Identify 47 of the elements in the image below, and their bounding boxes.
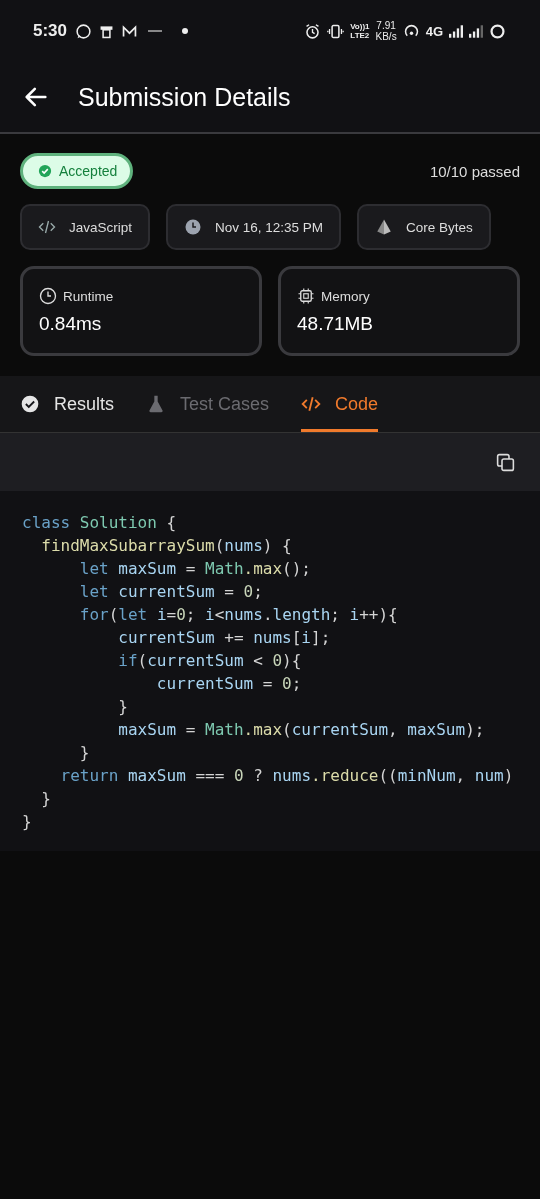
- code-icon: [301, 394, 322, 414]
- lte-label: LTE2: [350, 31, 370, 40]
- code-line: currentSum += nums[i];: [117, 627, 331, 649]
- status-time: 5:30: [33, 21, 68, 41]
- check-circle-icon: [20, 394, 40, 414]
- passed-count: 10/10 passed: [429, 162, 520, 180]
- pyramid-icon: [375, 218, 394, 236]
- chip-label: Nov 16, 12:35 PM: [215, 219, 324, 235]
- code-line: let currentSum = 0;: [78, 581, 263, 603]
- battery-ring-icon: [489, 22, 506, 40]
- code-line: }: [78, 742, 90, 764]
- chat-bubble-icon: [75, 22, 93, 40]
- clock-icon: [39, 287, 57, 305]
- code-line: return maxSum === 0 ? nums.reduce((minNum, num): [59, 765, 514, 787]
- cpu-chip-icon: [297, 287, 315, 305]
- code-line: maxSum = Math.max(currentSum, maxSum);: [117, 719, 485, 741]
- alarm-icon: [304, 22, 322, 40]
- page-title: Submission Details: [78, 82, 291, 112]
- code-line: currentSum = 0;: [155, 673, 302, 695]
- network-type: 4G: [425, 23, 443, 39]
- signal-icon: [449, 24, 463, 38]
- code-line: class Solution {: [22, 512, 177, 534]
- check-circle-icon: [38, 164, 52, 178]
- metric-value: 48.71MB: [297, 313, 375, 335]
- tab[interactable]: Results: [20, 376, 115, 432]
- code-line: findMaxSubarraySum(nums) {: [40, 535, 292, 557]
- more-notifications-icon: [182, 28, 189, 34]
- volte-label: Vo))1: [350, 22, 370, 31]
- vibrate-icon: [327, 22, 345, 40]
- chip-label: JavaScript: [69, 219, 133, 235]
- metric-label: Runtime: [63, 288, 114, 304]
- network-speed: 7.91: [376, 20, 396, 31]
- code-line: }: [117, 696, 128, 718]
- code-icon: [38, 218, 56, 236]
- code-line: if(currentSum < 0){: [117, 650, 302, 672]
- chip-label: Core Bytes: [406, 219, 473, 235]
- code-line: }: [40, 788, 51, 810]
- code-line: }: [22, 811, 32, 833]
- speed-unit: KB/s: [375, 31, 397, 42]
- status-label: Accepted: [59, 163, 118, 179]
- metric-label: Memory: [321, 288, 370, 304]
- code-line: let maxSum = Math.max();: [78, 558, 311, 580]
- copy-icon[interactable]: [495, 451, 516, 473]
- signal-icon: [469, 24, 483, 38]
- metric-value: 0.84ms: [39, 313, 103, 335]
- code-line: for(let i=0; i<nums.length; i++){: [78, 604, 398, 626]
- clock-icon: [184, 218, 203, 236]
